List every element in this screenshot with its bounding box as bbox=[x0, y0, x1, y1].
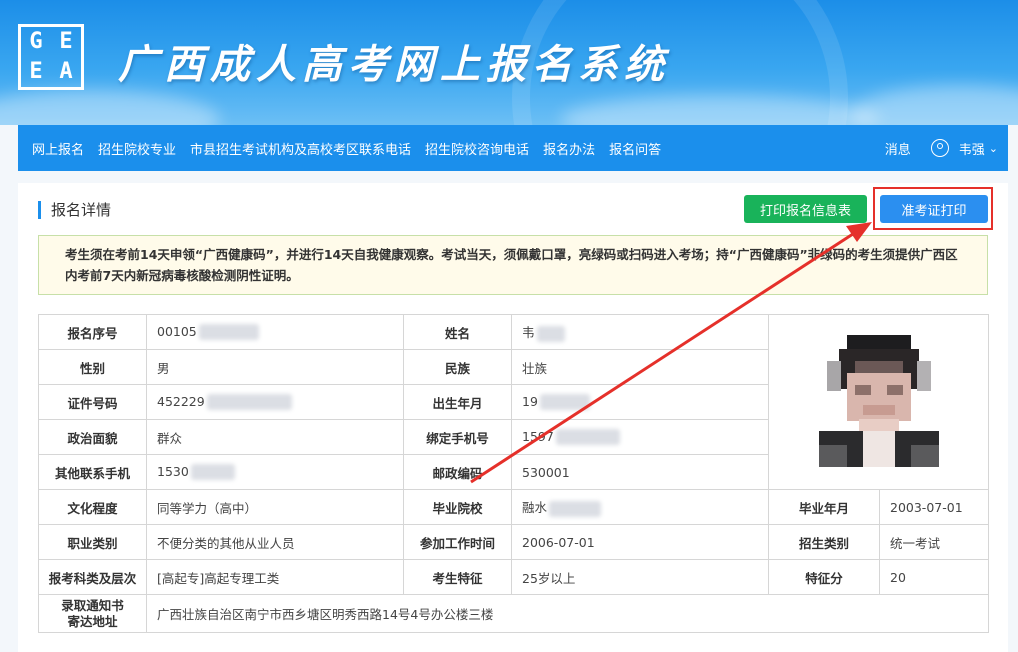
label-address: 录取通知书 寄达地址 bbox=[38, 594, 147, 633]
label-subject: 报考科类及层次 bbox=[38, 559, 147, 595]
value-feature-score: 20 bbox=[879, 559, 989, 595]
nav-item-registration-methods[interactable]: 报名办法 bbox=[543, 139, 595, 158]
label-name: 姓名 bbox=[403, 314, 512, 350]
label-address-line: 录取通知书 bbox=[61, 597, 124, 613]
redaction-blur bbox=[190, 464, 235, 481]
label-education: 文化程度 bbox=[38, 489, 147, 525]
table-row: 报考科类及层次 [高起专]高起专理工类 考生特征 25岁以上 特征分 20 bbox=[38, 559, 989, 595]
value-feature: 25岁以上 bbox=[511, 559, 769, 595]
label-feature: 考生特征 bbox=[403, 559, 512, 595]
redaction-blur bbox=[549, 500, 602, 517]
value-address: 广西壮族自治区南宁市西乡塘区明秀西路14号4号办公楼三楼 bbox=[146, 594, 989, 633]
registration-detail-panel: 报名详情 打印报名信息表 准考证打印 考生须在考前14天申领“广西健康码”，并进… bbox=[18, 183, 1008, 652]
label-birth: 出生年月 bbox=[403, 384, 512, 420]
label-reg-no: 报名序号 bbox=[38, 314, 147, 350]
logo-letter: E bbox=[59, 29, 73, 54]
site-logo[interactable]: G E E A bbox=[18, 24, 84, 90]
value-birth: 19 bbox=[511, 384, 769, 420]
user-icon[interactable] bbox=[930, 139, 949, 157]
value-name: 韦 bbox=[511, 314, 769, 350]
value-education: 同等学力（高中） bbox=[146, 489, 404, 525]
nav-user-area: 消息 韦强 ⌄ bbox=[885, 125, 998, 171]
value-ethnicity: 壮族 bbox=[511, 349, 769, 385]
value-id-no: 452229 bbox=[146, 384, 404, 420]
value-postcode: 530001 bbox=[511, 454, 769, 490]
redaction-blur bbox=[536, 325, 565, 342]
value-text: 1597 bbox=[522, 428, 554, 444]
table-row: 录取通知书 寄达地址 广西壮族自治区南宁市西乡塘区明秀西路14号4号办公楼三楼 bbox=[38, 594, 989, 633]
label-ethnicity: 民族 bbox=[403, 349, 512, 385]
label-postcode: 邮政编码 bbox=[403, 454, 512, 490]
user-name[interactable]: 韦强 bbox=[959, 139, 985, 158]
value-subject: [高起专]高起专理工类 bbox=[146, 559, 404, 595]
label-work-start: 参加工作时间 bbox=[403, 524, 512, 560]
label-id-no: 证件号码 bbox=[38, 384, 147, 420]
print-info-button[interactable]: 打印报名信息表 bbox=[744, 195, 867, 223]
value-text: 韦 bbox=[522, 325, 535, 341]
nav-item-school-hotlines[interactable]: 招生院校咨询电话 bbox=[425, 139, 529, 158]
value-reg-no: 00105 bbox=[146, 314, 404, 350]
table-row: 职业类别 不便分类的其他从业人员 参加工作时间 2006-07-01 招生类别 … bbox=[38, 524, 989, 560]
value-text: 19 bbox=[522, 393, 538, 409]
label-feature-score: 特征分 bbox=[768, 559, 880, 595]
value-work-start: 2006-07-01 bbox=[511, 524, 769, 560]
value-phone: 1597 bbox=[511, 419, 769, 455]
table-row: 文化程度 同等学力（高中） 毕业院校 融水 毕业年月 2003-07-01 bbox=[38, 489, 989, 525]
value-text: 452229 bbox=[157, 393, 205, 409]
label-phone: 绑定手机号 bbox=[403, 419, 512, 455]
redaction-blur bbox=[206, 394, 292, 411]
photo-cell bbox=[768, 314, 989, 490]
applicant-photo bbox=[818, 334, 939, 467]
value-text: 融水 bbox=[522, 500, 548, 516]
messages-link[interactable]: 消息 bbox=[885, 139, 911, 158]
value-text: 1530 bbox=[157, 463, 189, 479]
nav-item-contact-phones[interactable]: 市县招生考试机构及高校考区联系电话 bbox=[190, 139, 411, 158]
label-school: 毕业院校 bbox=[403, 489, 512, 525]
logo-letter: A bbox=[59, 59, 73, 84]
health-notice: 考生须在考前14天申领“广西健康码”，并进行14天自我健康观察。考试当天，须佩戴… bbox=[38, 235, 988, 295]
nav-item-schools-majors[interactable]: 招生院校专业 bbox=[98, 139, 176, 158]
logo-letter: E bbox=[29, 59, 43, 84]
label-admission-type: 招生类别 bbox=[768, 524, 880, 560]
value-school: 融水 bbox=[511, 489, 769, 525]
value-politics: 群众 bbox=[146, 419, 404, 455]
site-title: 广西成人高考网上报名系统 bbox=[118, 41, 670, 88]
nav-item-online-registration[interactable]: 网上报名 bbox=[32, 139, 84, 158]
value-other-phone: 1530 bbox=[146, 454, 404, 490]
label-politics: 政治面貌 bbox=[38, 419, 147, 455]
highlight-box bbox=[873, 187, 993, 230]
value-grad-date: 2003-07-01 bbox=[879, 489, 989, 525]
redaction-blur bbox=[539, 394, 590, 411]
value-job: 不便分类的其他从业人员 bbox=[146, 524, 404, 560]
value-admission-type: 统一考试 bbox=[879, 524, 989, 560]
chevron-down-icon[interactable]: ⌄ bbox=[989, 142, 998, 155]
registration-info-table: 报名序号 00105 姓名 韦 性别 男 民族 壮族 证件号码 452229 出… bbox=[38, 314, 989, 633]
table-row: 报名序号 00105 姓名 韦 bbox=[38, 314, 989, 490]
label-other-phone: 其他联系手机 bbox=[38, 454, 147, 490]
value-gender: 男 bbox=[146, 349, 404, 385]
banner-cloud bbox=[0, 90, 220, 125]
section-title: 报名详情 bbox=[38, 201, 111, 219]
label-gender: 性别 bbox=[38, 349, 147, 385]
banner-cloud bbox=[850, 85, 1018, 125]
logo-letter: G bbox=[29, 29, 43, 54]
redaction-blur bbox=[555, 429, 620, 446]
label-address-line: 寄达地址 bbox=[67, 613, 118, 629]
nav-item-faq[interactable]: 报名问答 bbox=[609, 139, 661, 158]
label-grad-date: 毕业年月 bbox=[768, 489, 880, 525]
value-text: 00105 bbox=[157, 323, 197, 339]
label-job: 职业类别 bbox=[38, 524, 147, 560]
header-banner: G E E A 广西成人高考网上报名系统 bbox=[0, 0, 1018, 125]
main-nav: 网上报名 招生院校专业 市县招生考试机构及高校考区联系电话 招生院校咨询电话 报… bbox=[18, 125, 1008, 171]
redaction-blur bbox=[198, 324, 259, 341]
